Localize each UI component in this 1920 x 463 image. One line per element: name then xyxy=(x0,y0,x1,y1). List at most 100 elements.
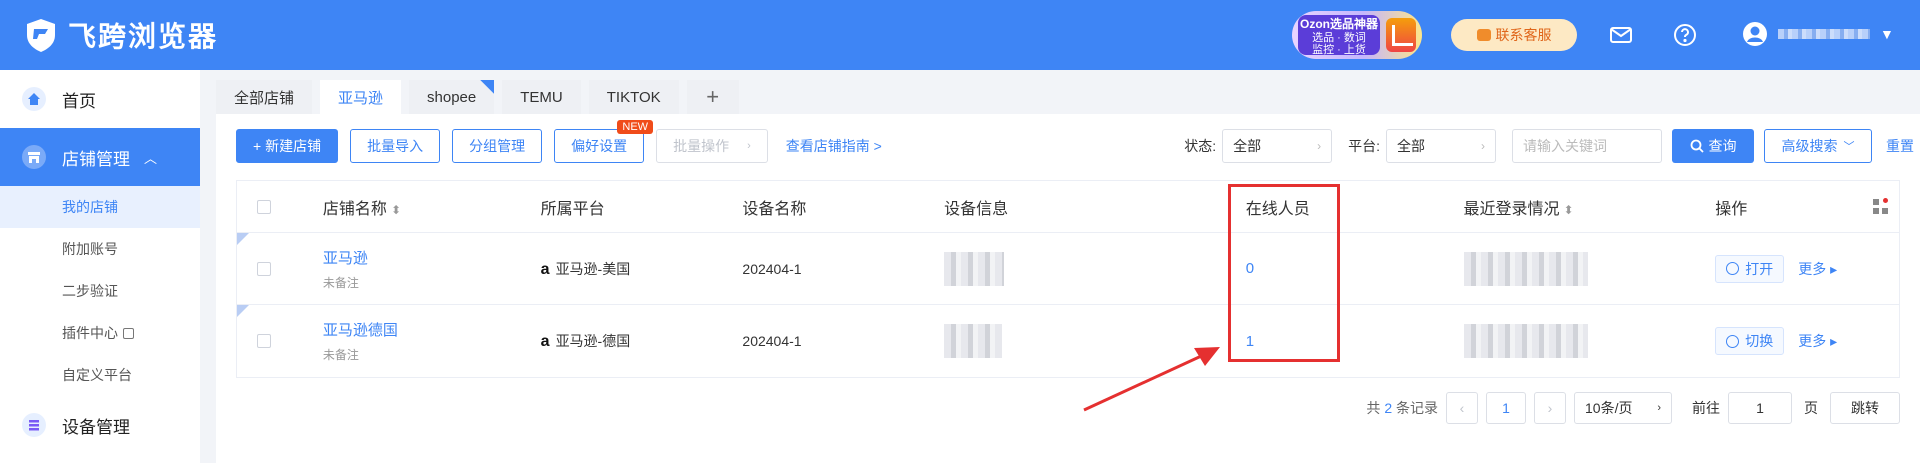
store-guide-link[interactable]: 查看店铺指南 > xyxy=(786,136,882,156)
help-icon[interactable] xyxy=(1673,23,1697,47)
amazon-logo-icon: a xyxy=(540,333,550,350)
tab-amazon[interactable]: 亚马逊 xyxy=(320,80,402,114)
store-name-link[interactable]: 亚马逊德国 xyxy=(323,319,541,340)
page-unit-label: 页 xyxy=(1804,400,1818,416)
total-records: 共 2 条记录 xyxy=(1366,400,1438,416)
select-all-checkbox[interactable] xyxy=(257,199,271,214)
new-badge: NEW xyxy=(617,120,654,134)
row-checkbox[interactable] xyxy=(257,334,271,348)
app-title: 飞跨浏览器 xyxy=(68,20,219,53)
sidebar-subitem-my-stores[interactable]: 我的店铺 xyxy=(0,186,200,228)
open-store-button[interactable]: 打开 xyxy=(1715,254,1785,283)
device-info-blurred xyxy=(944,324,1003,358)
col-platform: 所属平台 xyxy=(540,200,605,218)
row-corner-marker xyxy=(237,233,249,245)
platform-select[interactable]: 全部 › xyxy=(1386,129,1496,163)
advanced-search-button[interactable]: 高级搜索 ﹀ xyxy=(1764,129,1872,163)
user-menu[interactable]: ▼ xyxy=(1742,21,1894,47)
play-icon xyxy=(1726,262,1740,275)
col-store-name[interactable]: 店铺名称 ⬍ xyxy=(323,195,541,219)
jump-button[interactable]: 跳转 xyxy=(1830,392,1900,424)
table-header: 店铺名称 ⬍ 所属平台 设备名称 设备信息 在线人员 最近登录情况 ⬍ 操作 xyxy=(237,181,1899,233)
chevron-down-icon: ﹀ xyxy=(1843,141,1855,153)
next-page-button[interactable]: › xyxy=(1534,392,1566,424)
app-logo: 飞跨浏览器 xyxy=(24,15,218,55)
contact-support-button[interactable]: 联系客服 xyxy=(1451,19,1577,51)
page-number-1[interactable]: 1 xyxy=(1486,392,1526,424)
row-corner-marker xyxy=(237,305,249,317)
external-link-icon xyxy=(123,327,134,339)
shield-logo-icon xyxy=(27,19,55,52)
sidebar-item-store-management[interactable]: 店铺管理 ︿ xyxy=(0,128,200,186)
sidebar: 首页 店铺管理 ︿ 我的店铺 附加账号 二步验证 插件中心 自定义平台 设备管理 xyxy=(0,70,200,463)
sidebar-subitem-two-step[interactable]: 二步验证 xyxy=(0,270,200,312)
platform-label: 平台: xyxy=(1348,138,1380,154)
chevron-right-icon: › xyxy=(1317,139,1322,153)
highlight-box xyxy=(1228,184,1340,362)
sidebar-subitem-plugin-center[interactable]: 插件中心 xyxy=(0,312,200,354)
status-label: 状态: xyxy=(1184,138,1217,154)
page-size-select[interactable]: 10条/页 › xyxy=(1574,392,1672,424)
user-avatar-icon xyxy=(1743,22,1767,46)
sidebar-subitem-extra-accounts[interactable]: 附加账号 xyxy=(0,228,200,270)
batch-operations-dropdown[interactable]: 批量操作 › xyxy=(656,129,768,163)
tab-all-stores[interactable]: 全部店铺 xyxy=(216,80,313,114)
pagination: 共 2 条记录 ‹ 1 › 10条/页 › 前往 1 页 跳转 xyxy=(1366,392,1900,424)
row-checkbox[interactable] xyxy=(257,261,271,276)
tab-tiktok[interactable]: TIKTOK xyxy=(588,80,679,114)
keyword-input[interactable] xyxy=(1512,129,1662,163)
store-remark: 未备注 xyxy=(322,348,359,362)
goto-page-input[interactable]: 1 xyxy=(1728,392,1792,424)
amazon-logo-icon: a xyxy=(540,260,550,278)
app-header: 飞跨浏览器 Ozon选品神器 选品 · 数词 监控 · 上货 联系客服 ▼ xyxy=(0,0,1920,70)
table-row: 亚马逊 未备注 a 亚马逊-美国 202404-1 0 打开 更多 ▸ xyxy=(237,233,1899,305)
store-icon xyxy=(22,145,46,169)
chevron-down-icon: ▼ xyxy=(1880,26,1894,42)
column-settings-icon[interactable] xyxy=(1872,197,1889,215)
chevron-up-icon: ︿ xyxy=(144,150,158,166)
filter-bar: 状态: 全部 › 平台: 全部 › 查询 高级搜索 ﹀ 重置 xyxy=(1184,129,1920,163)
query-button[interactable]: 查询 xyxy=(1672,129,1754,163)
status-select[interactable]: 全部 › xyxy=(1222,129,1333,163)
platform-cell: a 亚马逊-美国 xyxy=(540,260,631,278)
col-actions: 操作 xyxy=(1715,195,1899,219)
new-store-button[interactable]: + 新建店铺 xyxy=(236,129,339,163)
prev-page-button[interactable]: ‹ xyxy=(1446,392,1478,424)
more-actions-link[interactable]: 更多 ▸ xyxy=(1798,331,1837,351)
switch-store-button[interactable]: 切换 xyxy=(1715,327,1785,355)
col-last-login[interactable]: 最近登录情况 ⬍ xyxy=(1464,195,1716,219)
sidebar-subitem-custom-platform[interactable]: 自定义平台 xyxy=(0,354,200,396)
search-icon xyxy=(1690,139,1704,153)
platform-cell: a 亚马逊-德国 xyxy=(540,333,631,350)
tab-temu[interactable]: TEMU xyxy=(502,80,581,114)
store-name-link[interactable]: 亚马逊 xyxy=(323,247,541,268)
reset-link[interactable]: 重置 xyxy=(1886,136,1914,156)
more-actions-link[interactable]: 更多 ▸ xyxy=(1798,259,1837,279)
sidebar-item-device-management[interactable]: 设备管理 xyxy=(0,396,200,454)
col-device-info: 设备信息 xyxy=(944,200,1009,218)
home-icon xyxy=(22,87,46,111)
chevron-right-icon: › xyxy=(1481,139,1485,153)
group-management-button[interactable]: 分组管理 xyxy=(452,129,543,163)
ozon-badge-line1: 选品 · 数词 xyxy=(1312,32,1366,44)
add-tab-button[interactable]: + xyxy=(686,80,739,114)
preference-settings-button[interactable]: 偏好设置 NEW xyxy=(554,120,654,163)
store-remark: 未备注 xyxy=(322,275,359,290)
device-icon xyxy=(22,413,46,437)
chevron-right-icon: › xyxy=(1657,402,1661,414)
username-blurred xyxy=(1778,29,1870,39)
store-table: 店铺名称 ⬍ 所属平台 设备名称 设备信息 在线人员 最近登录情况 ⬍ 操作 亚马逊 xyxy=(236,180,1900,378)
annotation-arrow xyxy=(1083,347,1220,412)
batch-import-button[interactable]: 批量导入 xyxy=(350,129,441,163)
tab-shopee[interactable]: shopee xyxy=(409,80,495,114)
mail-icon[interactable] xyxy=(1609,23,1633,47)
sidebar-item-home[interactable]: 首页 xyxy=(0,70,200,128)
ozon-promo-badge[interactable]: Ozon选品神器 选品 · 数词 监控 · 上货 xyxy=(1292,11,1422,59)
device-name-cell: 202404-1 xyxy=(742,333,802,349)
table-row: 亚马逊德国 未备注 a 亚马逊-德国 202404-1 1 切换 更多 ▸ xyxy=(237,305,1899,377)
main-panel: + 新建店铺 批量导入 分组管理 偏好设置 NEW 批量操作 › 查看店铺指南 … xyxy=(216,114,1920,463)
chart-up-icon xyxy=(1386,18,1416,52)
chat-icon xyxy=(1476,29,1491,41)
last-login-blurred xyxy=(1463,251,1588,286)
sort-icon: ⬍ xyxy=(1563,202,1574,217)
